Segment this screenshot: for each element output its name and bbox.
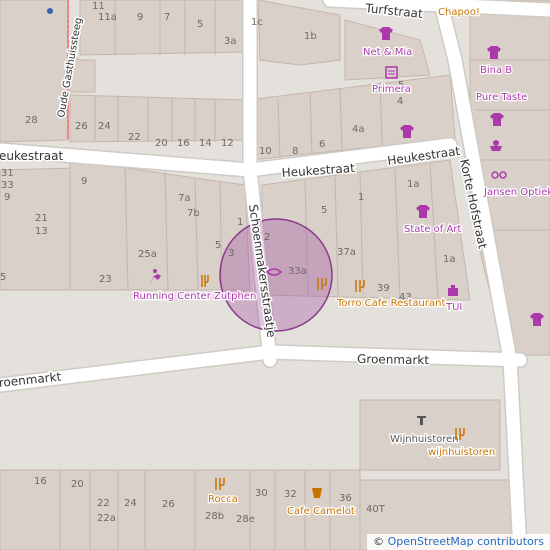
house-number: 26 xyxy=(162,499,175,510)
house-number: 16 xyxy=(34,476,47,487)
house-number: 20 xyxy=(71,479,84,490)
house-number: 39 xyxy=(377,283,390,294)
house-number: 33 xyxy=(1,180,14,191)
house-number: 24 xyxy=(98,121,111,132)
house-number: 36 xyxy=(339,493,352,504)
house-number: 37a xyxy=(337,247,356,258)
poi-label-bina-b: Bina B xyxy=(480,65,512,76)
house-number: 1a xyxy=(407,179,420,190)
house-number: 8 xyxy=(292,146,298,157)
house-number: 13 xyxy=(35,226,48,237)
house-number: 22 xyxy=(97,498,110,509)
attribution-link[interactable]: OpenStreetMap contributors xyxy=(388,535,544,548)
house-number: 7a xyxy=(178,193,191,204)
house-number: 5 xyxy=(215,240,221,251)
poi-label-cafe-camelot: Cafe Camelot xyxy=(287,506,355,517)
house-number: 6 xyxy=(319,139,325,150)
house-number: 20 xyxy=(155,138,168,149)
house-number: 31 xyxy=(1,168,14,179)
house-number: 7b xyxy=(187,208,200,219)
house-number: 26 xyxy=(75,121,88,132)
house-number: 16 xyxy=(177,138,190,149)
location-marker-icon xyxy=(47,8,53,14)
house-number: 21 xyxy=(35,213,48,224)
house-number: 1 xyxy=(358,192,364,203)
poi-label-tui: TUI xyxy=(445,302,462,313)
house-number: 22a xyxy=(97,513,116,524)
house-number: 14 xyxy=(199,138,212,149)
poi-label-jansen-optiek-1: Jansen Optiek xyxy=(483,187,550,198)
house-number: 32 xyxy=(284,489,297,500)
poi-label-wijnhuistoren-restaurant: wijnhuistoren xyxy=(428,447,495,458)
house-number: 33a xyxy=(288,266,307,277)
map-view[interactable]: 11 11a 9 7 5 1c 1b 3a 28 26 24 22 20 16 … xyxy=(0,0,550,550)
poi-label-wijnhuistoren-tower: Wijnhuistoren xyxy=(390,434,459,445)
house-number: 4 xyxy=(397,96,403,107)
house-number: 9 xyxy=(137,12,143,23)
poi-label-running-center: Running Center Zutphen xyxy=(133,291,256,302)
house-number: 40T xyxy=(366,504,386,515)
poi-label-chapoo: Chapoo! xyxy=(438,7,480,18)
poi-label-net-mia: Net & Mia xyxy=(363,47,412,58)
house-number: 4a xyxy=(352,124,365,135)
poi-label-torro-cafe: Torro Cafe Restaurant xyxy=(336,298,445,309)
poi-label-rocca: Rocca xyxy=(208,494,238,505)
house-number: 11 xyxy=(92,1,105,12)
copyright-symbol: © xyxy=(373,535,385,548)
street-label-groenmarkt: Groenmarkt xyxy=(357,352,429,367)
map-canvas[interactable]: 11 11a 9 7 5 1c 1b 3a 28 26 24 22 20 16 … xyxy=(0,0,550,550)
poi-label-primera: Primera xyxy=(372,84,411,95)
house-number: 1b xyxy=(304,31,317,42)
house-number: 1a xyxy=(443,254,456,265)
house-number: 30 xyxy=(255,488,268,499)
house-number: 3a xyxy=(224,36,237,47)
house-number: 28b xyxy=(205,511,224,522)
house-number: 3 xyxy=(228,248,234,259)
house-number: 24 xyxy=(124,498,137,509)
house-number: 28 xyxy=(25,115,38,126)
map-attribution: © OpenStreetMap contributors xyxy=(367,534,550,550)
house-number: 9 xyxy=(81,176,87,187)
house-number: 23 xyxy=(99,274,112,285)
house-number: 1 xyxy=(237,217,243,228)
house-number: 22 xyxy=(128,132,141,143)
house-number: 7 xyxy=(164,12,170,23)
house-number: 9 xyxy=(4,192,10,203)
house-number: 11a xyxy=(98,12,117,23)
house-number: 5 xyxy=(0,272,6,283)
house-number: 10 xyxy=(259,146,272,157)
house-number: 5 xyxy=(321,205,327,216)
house-number: 12 xyxy=(221,138,234,149)
poi-label-state-of-art: State of Art xyxy=(404,224,461,235)
street-label-heukestraat-west: Heukestraat xyxy=(0,149,64,163)
house-number: 28e xyxy=(236,514,255,525)
house-number: 5 xyxy=(197,19,203,30)
house-number: 25a xyxy=(138,249,157,260)
house-number: 1c xyxy=(251,17,263,28)
poi-label-pure-taste: Pure Taste xyxy=(476,92,527,103)
